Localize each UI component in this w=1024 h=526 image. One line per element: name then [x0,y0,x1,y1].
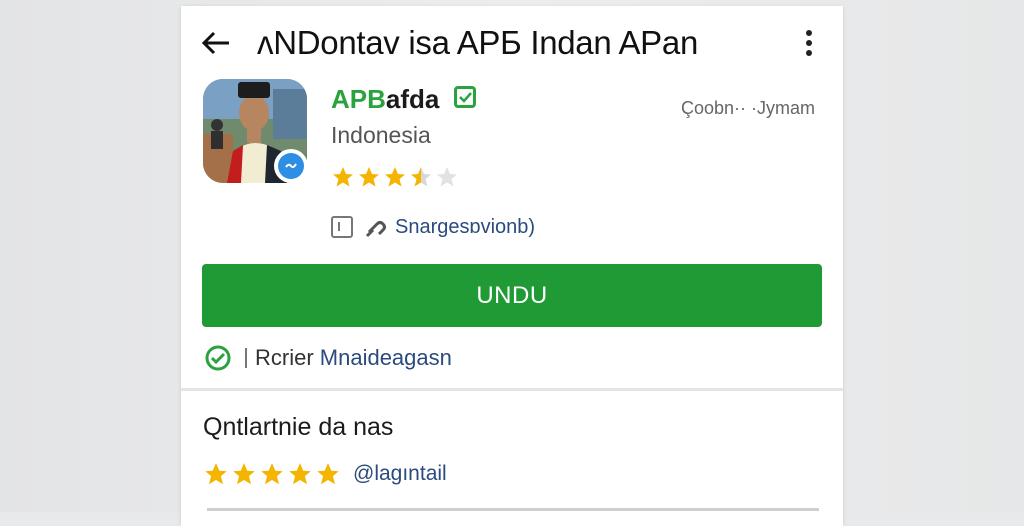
star-full-icon [233,463,255,485]
info-box-icon [331,216,353,238]
star-full-icon [205,463,227,485]
protect-row[interactable]: Rcrier Mnaideagasn [205,343,452,373]
info-label: Snargesɒvionb) [395,215,536,238]
developer-name-rest: afda [385,84,440,114]
rating-stars [331,165,459,191]
review-row[interactable]: @lagıntail [203,459,447,489]
review-divider [207,508,819,511]
protect-label: Rcrier Mnaideagasn [255,345,452,371]
top-bar: ʌNDontav isa APБ Indan APan [181,6,843,78]
install-button[interactable]: UNDU [202,264,822,327]
page-title: ʌNDontav isa APБ Indan APan [257,24,698,61]
link-icon [365,221,386,238]
section-divider [181,388,843,391]
app-category: Indonesia [331,122,431,148]
star-full-icon [289,463,311,485]
reviews-section-title: Qntlartnie da nas [203,413,394,441]
app-meta-info: Çoobn·· ·Jymam [681,98,816,118]
star-full-icon [333,167,353,187]
verified-badge-icon [274,149,308,183]
protect-label-highlight: Mnaideagasn [319,345,452,370]
protect-label-prefix: Rcrier [255,345,320,370]
verified-check-icon [454,86,476,108]
developer-name-accent: APB [331,84,386,114]
star-half-icon [411,167,431,187]
app-info-row[interactable]: Snargesɒvionb) [331,213,535,241]
star-full-icon [385,167,405,187]
review-author-link[interactable]: @lagıntail [353,462,447,486]
back-arrow-icon[interactable] [199,26,233,60]
star-full-icon [317,463,339,485]
developer-name[interactable]: APBafda [331,84,439,115]
star-full-icon [359,167,379,187]
star-full-icon [261,463,283,485]
shield-check-icon [205,345,231,371]
divider-bar [245,348,247,368]
app-detail-card: ʌNDontav isa APБ Indan APan APBafda Indo… [181,6,843,526]
star-empty-icon [437,167,457,187]
more-vert-icon[interactable] [797,26,821,60]
